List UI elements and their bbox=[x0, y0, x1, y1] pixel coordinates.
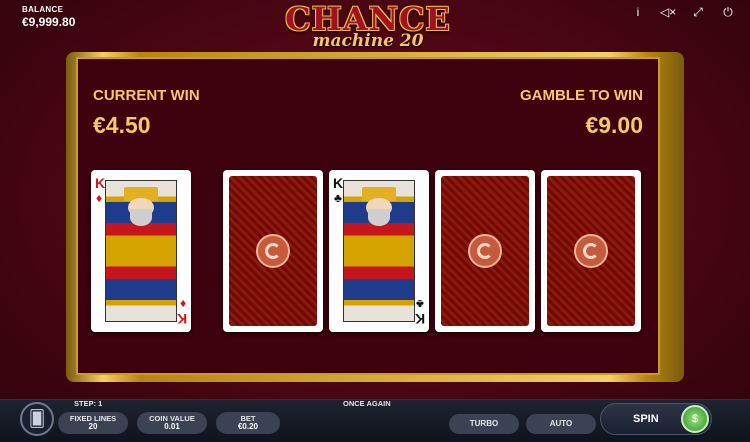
club-suit-icon: ♣ bbox=[334, 191, 342, 205]
current-win-value: €4.50 bbox=[93, 112, 151, 138]
card-rank-bottom: K bbox=[176, 311, 187, 327]
card-back-1[interactable] bbox=[223, 170, 323, 332]
game-logo: CHANCE machine 20 bbox=[266, 3, 470, 53]
current-win-label: CURRENT WIN bbox=[93, 87, 200, 104]
card-back-emblem-icon bbox=[574, 234, 608, 268]
king-illustration bbox=[343, 180, 415, 322]
bet-selector[interactable]: BET €0.20 bbox=[216, 412, 280, 434]
gamble-cards-icon[interactable]: 🂠 bbox=[20, 402, 54, 436]
spin-label: SPIN bbox=[633, 413, 659, 425]
card-back-emblem-icon bbox=[468, 234, 502, 268]
bet-value: €0.20 bbox=[237, 422, 259, 431]
power-icon[interactable]: ⏻ bbox=[720, 5, 736, 20]
fixed-lines-value: 20 bbox=[88, 422, 98, 431]
step-indicator: STEP: 1 bbox=[74, 399, 103, 408]
balance-display: BALANCE €9,999.80 bbox=[22, 5, 75, 29]
gamble-to-win-value: €9.00 bbox=[585, 112, 643, 138]
coin-value-value: 0.01 bbox=[164, 422, 180, 431]
balance-value: €9,999.80 bbox=[22, 15, 76, 29]
club-suit-icon-bottom: ♣ bbox=[416, 297, 424, 311]
king-illustration bbox=[105, 180, 177, 322]
card-back-2[interactable] bbox=[435, 170, 535, 332]
auto-button[interactable]: AUTO bbox=[526, 414, 596, 434]
diamond-suit-icon: ♦ bbox=[96, 191, 103, 205]
top-controls: i ◁× ⤢ ⏻ bbox=[630, 5, 736, 20]
mute-icon[interactable]: ◁× bbox=[660, 5, 676, 20]
card-rank: K bbox=[95, 175, 106, 191]
gamble-to-win-label: GAMBLE TO WIN bbox=[519, 87, 643, 104]
turbo-button[interactable]: TURBO bbox=[449, 414, 519, 434]
card-rank-bottom: K bbox=[414, 311, 425, 327]
card-rank: K bbox=[333, 175, 344, 191]
fixed-lines-display: FIXED LINES 20 bbox=[58, 412, 128, 434]
card-back-emblem-icon bbox=[256, 234, 290, 268]
diamond-suit-icon-bottom: ♦ bbox=[179, 297, 186, 311]
card-king-of-diamonds: K ♦ K ♦ bbox=[91, 170, 191, 332]
card-back-3[interactable] bbox=[541, 170, 641, 332]
status-message: ONCE AGAIN bbox=[343, 399, 391, 408]
balance-label: BALANCE bbox=[22, 5, 64, 14]
card-king-of-clubs: K ♣ K ♣ bbox=[329, 170, 429, 332]
coin-value-selector[interactable]: COIN VALUE 0.01 bbox=[137, 412, 207, 434]
fullscreen-icon[interactable]: ⤢ bbox=[690, 5, 706, 20]
collect-cash-icon[interactable]: $ bbox=[681, 405, 709, 433]
spin-button[interactable]: SPIN $ bbox=[600, 403, 712, 435]
info-icon[interactable]: i bbox=[630, 5, 646, 20]
